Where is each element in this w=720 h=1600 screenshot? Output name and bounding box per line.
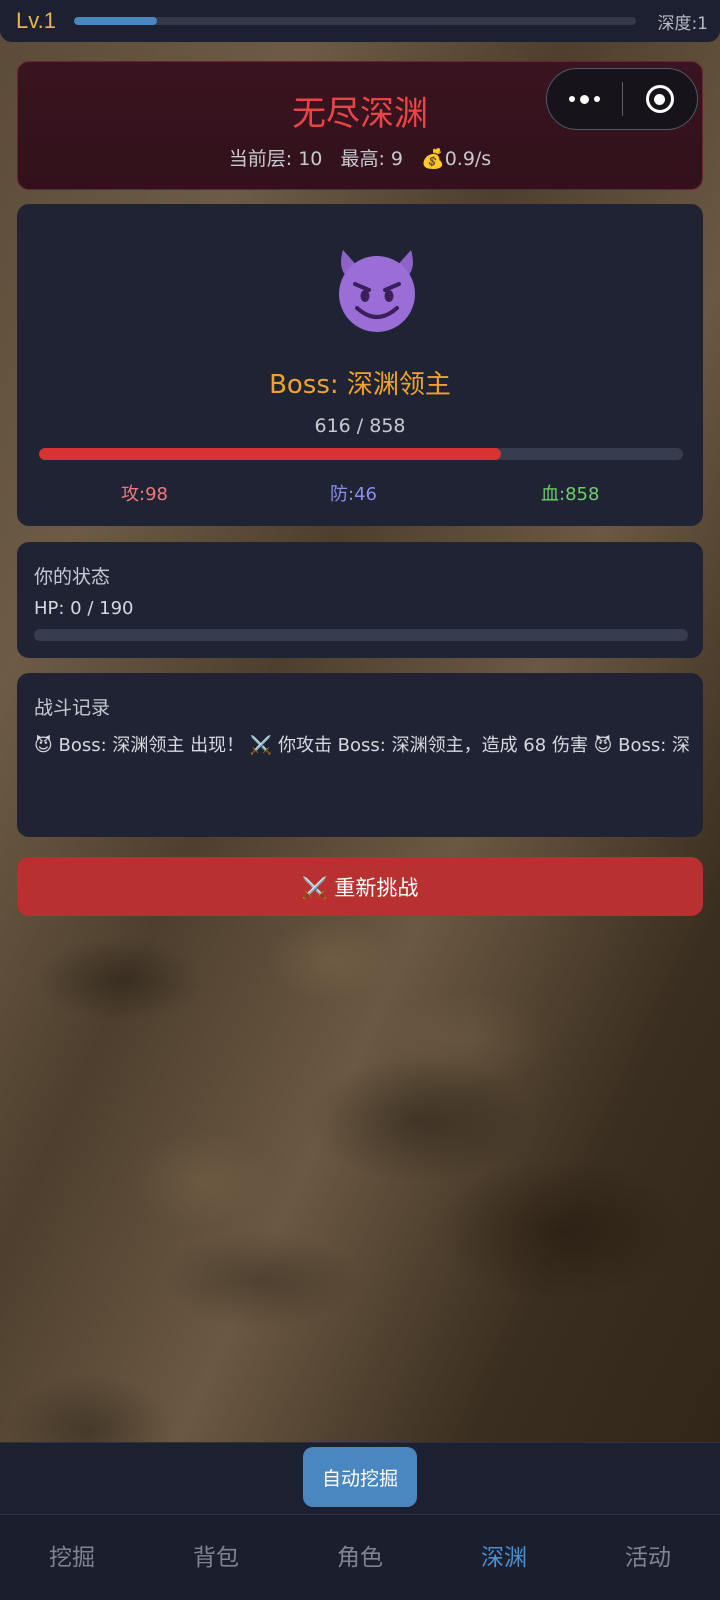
miniprogram-capsule [546, 68, 698, 130]
boss-health-stat: 血:858 [541, 484, 600, 505]
auto-dig-button[interactable]: 自动挖掘 [303, 1447, 417, 1507]
top-status-bar: Lv.1 深度:1 [0, 0, 720, 42]
player-hp-bar [34, 629, 688, 641]
target-circle-icon[interactable] [623, 69, 698, 129]
boss-card: Boss: 深渊领主 616 / 858 攻:98 防:46 血:858 [17, 204, 703, 526]
tab-abyss[interactable]: 深渊 [432, 1515, 576, 1600]
best-floor-text: 最高: 9 [340, 148, 403, 170]
boss-defense-stat: 防:46 [330, 484, 377, 505]
tab-events[interactable]: 活动 [576, 1515, 720, 1600]
player-status-title: 你的状态 [34, 566, 111, 588]
boss-hp-text: 616 / 858 [314, 415, 406, 437]
boss-hp-bar [39, 448, 683, 460]
abyss-stats: 当前层: 10 最高: 9 💰0.9/s [18, 144, 702, 171]
current-floor-text: 当前层: 10 [228, 148, 323, 170]
player-status-card: 你的状态 HP: 0 / 190 [17, 542, 703, 658]
retry-challenge-button[interactable]: ⚔️ 重新挑战 [17, 857, 703, 916]
boss-attack-stat: 攻:98 [121, 484, 168, 505]
smiling-devil-face-icon [339, 250, 415, 332]
depth-label: 深度:1 [657, 13, 708, 34]
auto-dig-bar: 自动挖掘 [0, 1442, 720, 1514]
player-hp-text: HP: 0 / 190 [34, 598, 134, 619]
income-rate-text: 💰0.9/s [421, 148, 492, 170]
battle-log-card: 战斗记录 😈 Boss: 深渊领主 出现！ ⚔️ 你攻击 Boss: 深渊领主，… [17, 673, 703, 837]
bottom-tab-bar: 挖掘 背包 角色 深渊 活动 [0, 1514, 720, 1600]
boss-name: Boss: 深渊领主 [269, 370, 451, 400]
xp-progress-fill [74, 17, 158, 25]
tab-dig[interactable]: 挖掘 [0, 1515, 144, 1600]
xp-progress-bar [74, 17, 636, 25]
level-label: Lv.1 [16, 8, 56, 33]
tab-backpack[interactable]: 背包 [144, 1515, 288, 1600]
battle-log-text[interactable]: 😈 Boss: 深渊领主 出现！ ⚔️ 你攻击 Boss: 深渊领主，造成 68… [34, 731, 689, 757]
tab-character[interactable]: 角色 [288, 1515, 432, 1600]
more-dots-icon[interactable] [547, 69, 622, 129]
boss-hp-fill [39, 448, 502, 460]
battle-log-title: 战斗记录 [34, 697, 111, 719]
